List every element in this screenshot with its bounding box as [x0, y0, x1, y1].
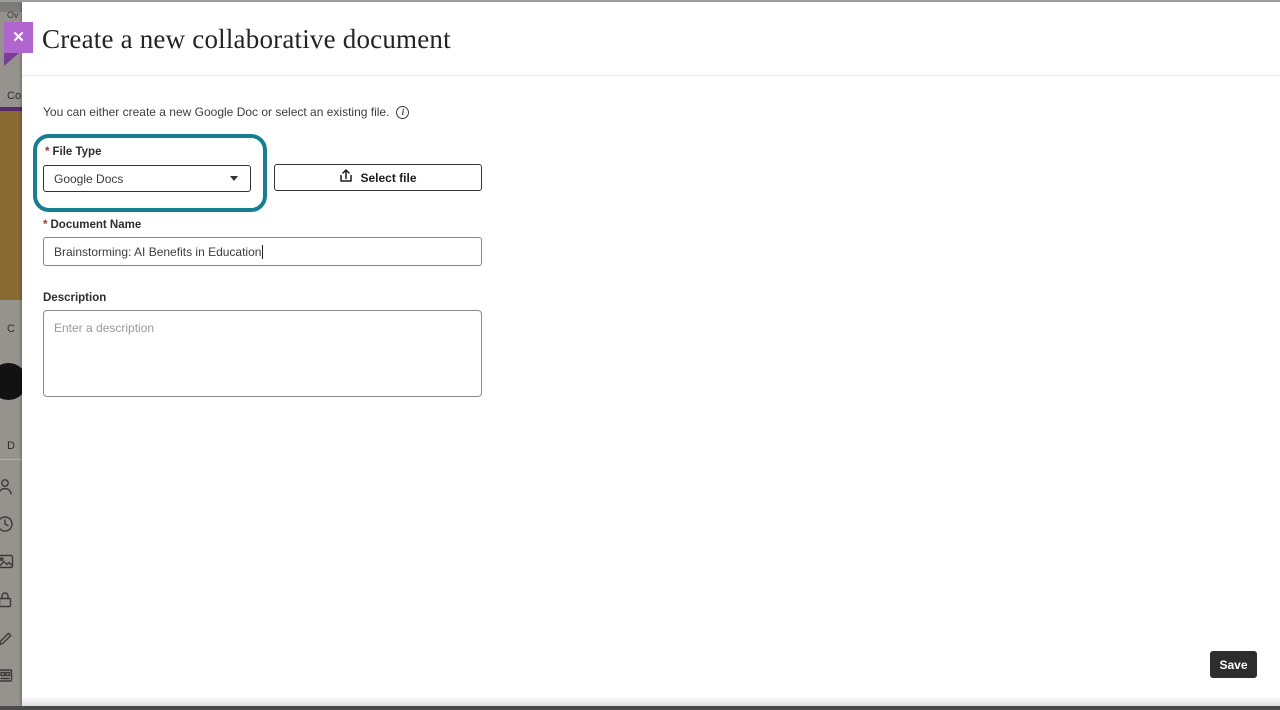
sidebar-clipped-text-c: C	[7, 323, 15, 335]
top-border	[0, 0, 1280, 2]
help-row: You can either create a new Google Doc o…	[43, 105, 409, 119]
text-cursor	[262, 245, 263, 259]
person-icon[interactable]	[0, 477, 22, 497]
background-sidebar: Ov Co C D	[0, 0, 22, 710]
chevron-down-icon	[230, 176, 238, 181]
help-text: You can either create a new Google Doc o…	[43, 105, 389, 119]
sidebar-clipped-text-top: Ov	[7, 10, 19, 20]
info-icon[interactable]: i	[396, 106, 409, 119]
description-label: Description	[43, 292, 106, 304]
upload-icon	[339, 169, 353, 186]
file-type-selected-value: Google Docs	[54, 172, 230, 186]
select-file-label: Select file	[360, 171, 416, 185]
sidebar-clipped-tab[interactable]: Co	[7, 90, 21, 102]
description-textarea[interactable]	[43, 310, 482, 397]
required-mark: *	[45, 146, 49, 158]
document-name-value: Brainstorming: AI Benefits in Education	[54, 245, 261, 259]
file-type-label: *File Type	[45, 146, 101, 158]
footer-gradient	[22, 696, 1280, 706]
image-icon[interactable]	[0, 552, 22, 572]
close-button[interactable]: ✕	[4, 22, 33, 53]
lock-icon[interactable]	[0, 590, 22, 610]
sidebar-divider	[0, 459, 22, 460]
pencil-icon[interactable]	[0, 629, 22, 649]
avatar[interactable]	[0, 363, 22, 400]
select-file-button[interactable]: Select file	[274, 164, 482, 191]
required-mark: *	[43, 219, 47, 231]
sidebar-clipped-text-d: D	[7, 440, 15, 452]
board-icon[interactable]	[0, 666, 22, 686]
page-title: Create a new collaborative document	[42, 24, 451, 55]
file-type-dropdown[interactable]: Google Docs	[43, 165, 251, 192]
title-divider	[22, 75, 1280, 76]
sidebar-image-block	[0, 111, 22, 300]
clock-icon[interactable]	[0, 514, 22, 534]
screen: Ov Co C D	[0, 0, 1280, 710]
create-document-modal: Create a new collaborative document You …	[22, 2, 1280, 706]
document-name-label: *Document Name	[43, 219, 141, 231]
document-name-input[interactable]: Brainstorming: AI Benefits in Education	[43, 237, 482, 266]
save-button[interactable]: Save	[1210, 651, 1257, 678]
bottom-border	[0, 706, 1280, 710]
close-icon: ✕	[12, 29, 25, 46]
close-button-fold	[4, 53, 19, 66]
